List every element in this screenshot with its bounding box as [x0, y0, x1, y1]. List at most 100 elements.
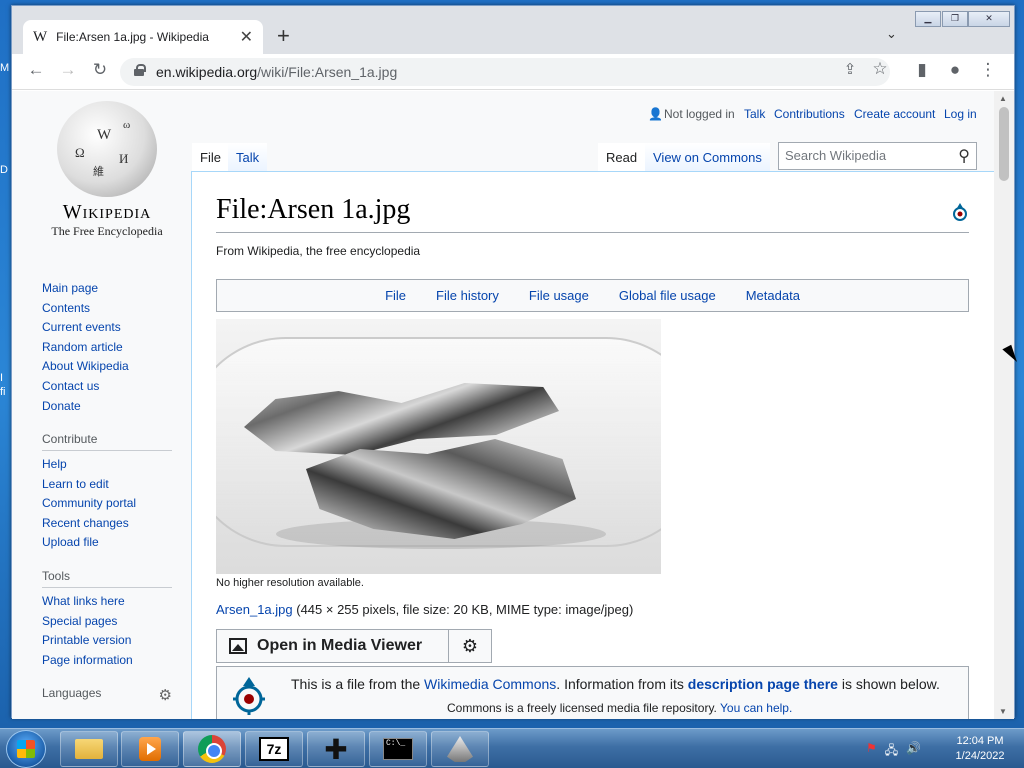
sidebar-item-current-events[interactable]: Current events [42, 320, 121, 334]
close-window-button[interactable]: ✕ [968, 11, 1010, 27]
taskbar-7zip-button[interactable]: 7z [245, 731, 303, 767]
commons-text: . Information from its [556, 676, 688, 692]
tab-title: File:Arsen 1a.jpg - Wikipedia [56, 30, 209, 44]
description-page-link[interactable]: description page there [688, 676, 838, 692]
tab-file[interactable]: File [192, 143, 229, 173]
url-path: /wiki/File:Arsen_1a.jpg [257, 64, 398, 80]
tab-read[interactable]: Read [598, 143, 646, 173]
scroll-down-arrow-icon[interactable]: ▼ [999, 707, 1007, 716]
folder-icon [75, 739, 103, 759]
desktop-icon-label[interactable]: D [0, 164, 8, 176]
network-icon[interactable]: 🖧 [885, 741, 898, 762]
taskbar-game-button[interactable]: ✚ [307, 731, 365, 767]
page-scrollbar[interactable]: ▲ ▼ [994, 91, 1014, 719]
arsenic-image[interactable] [216, 319, 661, 574]
wikipedia-logo[interactable]: W Ω И 維 ω Wikipedia The Free Encyclopedi… [42, 101, 172, 239]
wikimedia-commons-logo-icon[interactable] [233, 677, 265, 715]
clock-date: 1/24/2022 [955, 750, 1005, 762]
you-can-help-link[interactable]: You can help. [720, 701, 792, 715]
scroll-up-arrow-icon[interactable]: ▲ [999, 94, 1007, 103]
commons-indicator-icon[interactable] [952, 203, 968, 221]
tab-strip: W File:Arsen 1a.jpg - Wikipedia ✕ + ⌄ ▁ … [12, 6, 1014, 54]
profile-avatar-icon[interactable]: ● [943, 60, 967, 80]
page-title: File:Arsen 1a.jpg [216, 194, 411, 225]
desktop-icon-label[interactable]: I [0, 372, 3, 384]
log-in-link[interactable]: Log in [944, 107, 977, 121]
search-input[interactable]: Search Wikipedia ⚲ [778, 142, 977, 170]
system-clock[interactable]: 12:04 PM 1/24/2022 [940, 734, 1020, 764]
address-bar[interactable]: en.wikipedia.org/wiki/File:Arsen_1a.jpg … [120, 58, 890, 86]
sidebar-item-contact-us[interactable]: Contact us [42, 379, 99, 393]
media-viewer-bar: Open in Media Viewer ⚙ [216, 629, 492, 663]
system-tray: ⚑ 🖧 🔊 [866, 741, 921, 762]
sidebar-heading-languages: Languages [42, 686, 102, 700]
start-button[interactable] [6, 730, 46, 768]
sidebar-item-page-information[interactable]: Page information [42, 653, 133, 667]
7zip-icon: 7z [259, 737, 289, 761]
file-toc-global-file-usage[interactable]: Global file usage [619, 288, 716, 303]
language-settings-gear-icon[interactable]: ⚙ [159, 686, 172, 704]
sidebar-item-recent-changes[interactable]: Recent changes [42, 516, 129, 530]
forward-arrow-icon[interactable]: → [56, 60, 80, 80]
user-talk-link[interactable]: Talk [744, 107, 765, 121]
lock-icon[interactable] [134, 64, 146, 76]
file-toc-file[interactable]: File [385, 288, 406, 303]
file-toc-metadata[interactable]: Metadata [746, 288, 800, 303]
sidebar-item-contents[interactable]: Contents [42, 301, 90, 315]
sidebar-item-upload-file[interactable]: Upload file [42, 535, 99, 549]
restore-window-button[interactable]: ❐ [942, 11, 968, 27]
sidebar-item-main-page[interactable]: Main page [42, 281, 98, 295]
url-domain: en.wikipedia.org [156, 64, 258, 80]
sidebar-item-about-wikipedia[interactable]: About Wikipedia [42, 359, 129, 373]
close-tab-icon[interactable]: ✕ [240, 27, 253, 47]
sidebar-item-random-article[interactable]: Random article [42, 340, 123, 354]
webpage: W Ω И 維 ω Wikipedia The Free Encyclopedi… [12, 91, 996, 719]
contributions-link[interactable]: Contributions [774, 107, 845, 121]
action-center-flag-icon[interactable]: ⚑ [866, 741, 877, 762]
media-viewer-settings-gear-icon[interactable]: ⚙ [449, 630, 491, 662]
file-toc-file-history[interactable]: File history [436, 288, 499, 303]
sidebar-item-help[interactable]: Help [42, 457, 67, 471]
tab-search-chevron-icon[interactable]: ⌄ [886, 26, 897, 42]
open-media-viewer-button[interactable]: Open in Media Viewer [217, 630, 449, 662]
create-account-link[interactable]: Create account [854, 107, 935, 121]
sidebar-item-printable-version[interactable]: Printable version [42, 633, 131, 647]
taskbar-chrome-button[interactable] [183, 731, 241, 767]
reload-icon[interactable]: ↻ [88, 60, 112, 80]
file-toc: File File history File usage Global file… [216, 279, 969, 312]
desktop-icon-label[interactable]: M [0, 62, 9, 74]
sidebar-item-donate[interactable]: Donate [42, 399, 81, 413]
sidebar-item-what-links-here[interactable]: What links here [42, 594, 125, 608]
scrollbar-thumb[interactable] [999, 107, 1009, 181]
sidebar-heading-contribute: Contribute [42, 432, 172, 451]
taskbar-cmd-button[interactable]: C:\_ [369, 731, 427, 767]
taskbar-media-player-button[interactable] [121, 731, 179, 767]
search-icon[interactable]: ⚲ [958, 146, 970, 166]
menu-kebab-icon[interactable]: ⋮ [976, 60, 1000, 80]
share-icon[interactable]: ⇪ [838, 60, 862, 78]
file-toc-file-usage[interactable]: File usage [529, 288, 589, 303]
url-text[interactable]: en.wikipedia.org/wiki/File:Arsen_1a.jpg [156, 64, 397, 80]
browser-tab[interactable]: W File:Arsen 1a.jpg - Wikipedia ✕ [23, 20, 263, 54]
file-download-link[interactable]: Arsen_1a.jpg [216, 602, 293, 617]
volume-icon[interactable]: 🔊 [906, 741, 921, 762]
new-tab-icon[interactable]: + [277, 23, 290, 49]
bookmark-star-icon[interactable]: ☆ [868, 59, 892, 79]
clock-time: 12:04 PM [956, 735, 1004, 747]
sidebar-item-special-pages[interactable]: Special pages [42, 614, 117, 628]
tab-talk[interactable]: Talk [228, 143, 268, 173]
minimize-window-button[interactable]: ▁ [915, 11, 941, 27]
taskbar-explorer-button[interactable] [60, 731, 118, 767]
wikimedia-commons-link[interactable]: Wikimedia Commons [424, 676, 556, 692]
side-panel-icon[interactable]: ▮ [910, 60, 934, 80]
title-divider [216, 232, 969, 233]
sidebar-item-learn-to-edit[interactable]: Learn to edit [42, 477, 109, 491]
commons-notice-line1: This is a file from the Wikimedia Common… [291, 676, 940, 692]
tab-view-on-commons[interactable]: View on Commons [645, 143, 770, 173]
back-arrow-icon[interactable]: ← [24, 60, 48, 80]
sidebar-navigation: Main page Contents Current events Random… [42, 281, 172, 418]
sidebar-item-community-portal[interactable]: Community portal [42, 496, 136, 510]
desktop-icon-label[interactable]: fi [0, 386, 6, 398]
taskbar-inkscape-button[interactable] [431, 731, 489, 767]
wikipedia-tagline: The Free Encyclopedia [51, 224, 163, 238]
